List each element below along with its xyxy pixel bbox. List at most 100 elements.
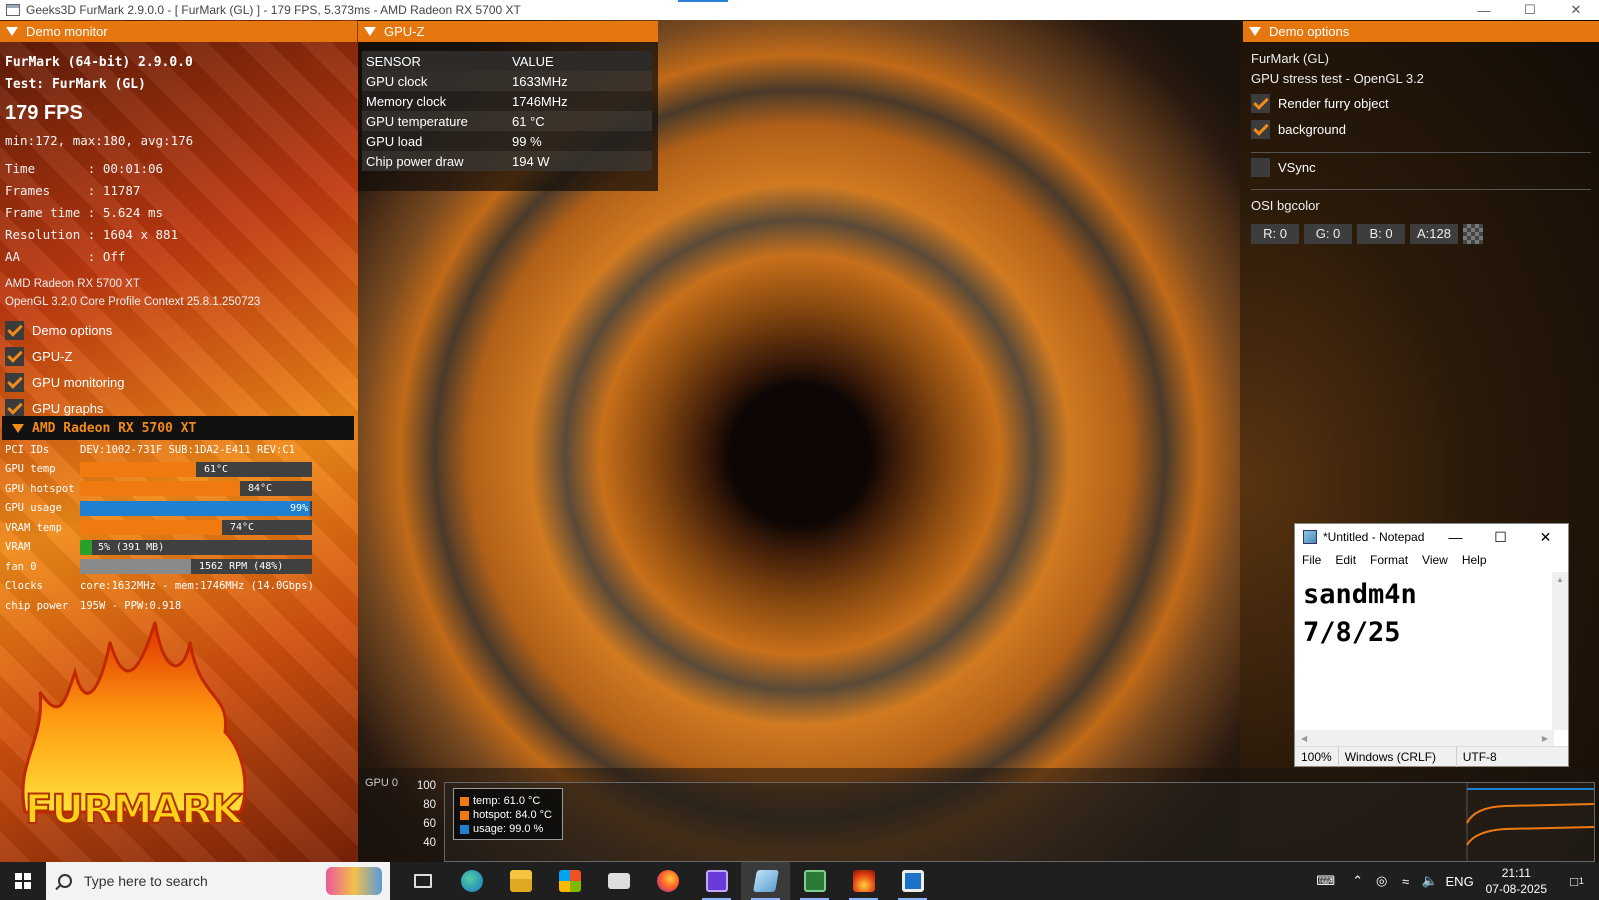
legend-item: hotspot: 84.0 °C [460,808,556,822]
collapse-triangle-icon [364,27,376,36]
taskbar-store[interactable] [545,862,594,900]
gpu-stat-bar: 5% (391 MB) [80,539,312,555]
gpu-stat-bar: 1562 RPM (48%) [80,559,312,575]
taskbar-gpuz[interactable] [790,862,839,900]
keyboard-icon[interactable]: ⌨ [1306,862,1346,900]
search-highlight-image [326,867,382,895]
maximize-button[interactable]: ☐ [1507,0,1553,20]
monitor-checkboxes: Demo options GPU-Z GPU monitoring GPU gr… [5,317,124,421]
gpu-stat-label: VRAM temp [5,521,62,534]
taskbar-firefox[interactable] [643,862,692,900]
meet-now-icon[interactable]: ◎ [1370,862,1394,900]
menu-view[interactable]: View [1422,553,1448,567]
notification-button[interactable]: □ 1 [1555,862,1599,900]
menu-edit[interactable]: Edit [1335,553,1356,567]
sensor-value: 61 °C [508,111,652,131]
taskbar-app[interactable] [888,862,937,900]
gpu-stat-value: 99% [289,502,308,514]
gpu-stat-bar-fill [80,520,222,536]
gpu-stat-bar-fill [80,559,191,575]
notepad-horizontal-scrollbar[interactable]: ◀ ▶ [1295,730,1554,746]
taskbar-edge[interactable] [447,862,496,900]
color-a-field[interactable]: A:128 [1410,224,1458,244]
task-view-button[interactable] [398,862,447,900]
checkbox-gpu-monitoring[interactable]: GPU monitoring [5,369,124,395]
notepad-minimize-button[interactable]: — [1433,529,1478,545]
taskbar-furmark[interactable] [839,862,888,900]
gpu-panel-header[interactable]: AMD Radeon RX 5700 XT [2,416,354,440]
demo-options-header[interactable]: Demo options [1243,21,1599,42]
notepad-vertical-scrollbar[interactable]: ▲ [1552,572,1568,730]
gpu-stat-bar-fill [80,481,240,497]
scroll-up-icon[interactable]: ▲ [1552,572,1568,588]
gpu-stat-value: 74°C [230,522,255,534]
notepad-text-area[interactable]: sandm4n 7/8/25 [1295,572,1553,730]
scroll-left-icon[interactable]: ◀ [1301,734,1307,743]
gpu-stat-value: 1562 RPM (48%) [199,561,284,573]
chevron-up-icon[interactable]: ⌃ [1346,862,1370,900]
taskbar-file-explorer[interactable] [496,862,545,900]
notepad-window: *Untitled - Notepad — ☐ ✕ File Edit Form… [1294,523,1569,767]
legend-swatch [460,824,469,834]
checkbox-render-furry[interactable]: Render furry object [1251,94,1389,113]
language-indicator[interactable]: ENG [1442,862,1478,900]
furmark-icon [852,870,875,892]
color-r-field[interactable]: R: 0 [1251,224,1299,244]
notification-count: 1 [1578,876,1584,886]
checkbox-demo-options[interactable]: Demo options [5,317,124,343]
table-row: GPU temperature 61 °C [362,111,652,131]
clock[interactable]: 21:11 07-08-2025 [1478,865,1555,897]
gpu-stat-bar-fill [80,500,310,516]
gpuz-icon [803,870,826,892]
gpu-z-header[interactable]: GPU-Z [358,21,658,42]
gpu-stat-row: VRAM 5% (391 MB) [2,538,354,558]
start-button[interactable] [0,862,46,900]
checkbox-vsync[interactable]: VSync [1251,158,1316,177]
notepad-maximize-button[interactable]: ☐ [1478,529,1523,546]
notepad-titlebar[interactable]: *Untitled - Notepad — ☐ ✕ [1295,524,1568,550]
sensor-name: GPU clock [362,71,508,91]
gpu-info: AMD Radeon RX 5700 XT OpenGL 3.2.0 Core … [5,275,260,311]
checkbox-label: background [1278,122,1346,137]
checkbox-label: GPU monitoring [32,374,125,390]
legend-item: usage: 99.0 % [460,822,556,836]
color-b-field[interactable]: B: 0 [1357,224,1405,244]
status-eol: Windows (CRLF) [1339,746,1457,767]
gpu-stat-value: 61°C [204,463,229,475]
checkbox-background[interactable]: background [1251,120,1346,139]
scroll-right-icon[interactable]: ▶ [1542,734,1548,743]
color-preview-swatch[interactable] [1463,224,1483,244]
taskbar-cpu-app[interactable] [692,862,741,900]
checkbox-gpu-z[interactable]: GPU-Z [5,343,124,369]
color-g-field[interactable]: G: 0 [1304,224,1352,244]
search-icon [58,874,72,888]
gpu-stat-row: fan 0 1562 RPM (48%) [2,557,354,577]
sensor-name: GPU load [362,131,508,151]
minimize-button[interactable]: — [1461,0,1507,20]
volume-icon[interactable]: 🔈 [1418,862,1442,900]
pci-row: PCI IDs DEV:1002-731F SUB:1DA2-E411 REV:… [2,440,354,460]
wifi-icon[interactable]: ≈ [1394,862,1418,900]
notepad-close-button[interactable]: ✕ [1523,529,1568,546]
sensor-value: 194 W [508,151,652,171]
search-placeholder: Type here to search [84,873,208,889]
gpu-stat-row: GPU hotspot 84°C [2,479,354,499]
checkbox-label: GPU graphs [32,400,104,416]
column-header-value: VALUE [508,51,652,71]
menu-help[interactable]: Help [1462,553,1487,567]
close-button[interactable]: ✕ [1553,0,1599,20]
app-icon [6,4,20,16]
check-icon [5,320,24,340]
notepad-menubar: File Edit Format View Help [1295,550,1568,570]
gpu-panel-title: AMD Radeon RX 5700 XT [32,420,197,436]
menu-format[interactable]: Format [1370,553,1408,567]
test-line: Test: FurMark (GL) [5,77,146,92]
menu-file[interactable]: File [1302,553,1321,567]
system-tray: ⌨ ⌃ ◎ ≈ 🔈 ENG 21:11 07-08-2025 □ 1 [1306,862,1599,900]
gpu-stat-value: 5% (391 MB) [98,541,165,553]
legend-item: temp: 61.0 °C [460,794,556,808]
taskbar-notepad[interactable] [741,862,790,900]
collapse-triangle-icon [1249,27,1261,36]
taskbar-mail[interactable] [594,862,643,900]
taskbar-search-box[interactable]: Type here to search [46,862,390,900]
